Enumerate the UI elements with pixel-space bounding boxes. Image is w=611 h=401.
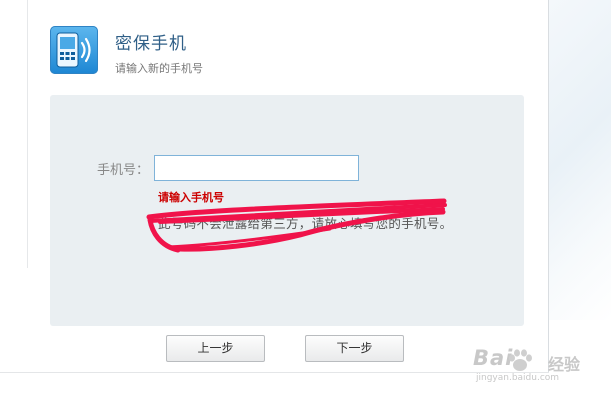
page-subtitle: 请输入新的手机号 bbox=[115, 62, 203, 75]
previous-step-button[interactable]: 上一步 bbox=[166, 335, 265, 362]
left-divider bbox=[27, 0, 28, 268]
phone-hint-text: 此号码不会泄露给第三方，请放心填写您的手机号。 bbox=[158, 216, 453, 231]
mobile-phone-signal-icon bbox=[50, 26, 98, 74]
next-step-button[interactable]: 下一步 bbox=[305, 335, 404, 362]
phone-label: 手机号： bbox=[97, 163, 150, 178]
form-panel bbox=[50, 95, 524, 326]
paw-icon bbox=[509, 349, 532, 371]
phone-input[interactable] bbox=[154, 155, 359, 181]
page-title: 密保手机 bbox=[115, 34, 187, 54]
panel-edge bbox=[548, 0, 549, 372]
watermark-url: jingyan.baidu.com bbox=[476, 373, 560, 383]
panel-bottom-border bbox=[0, 372, 549, 373]
baidu-jingyan-watermark: Bai 经验 jingyan.baidu.com bbox=[473, 346, 607, 386]
watermark-brand-suffix: 经验 bbox=[548, 355, 581, 374]
right-background bbox=[549, 0, 611, 320]
phone-error-message: 请输入手机号 bbox=[158, 191, 224, 204]
